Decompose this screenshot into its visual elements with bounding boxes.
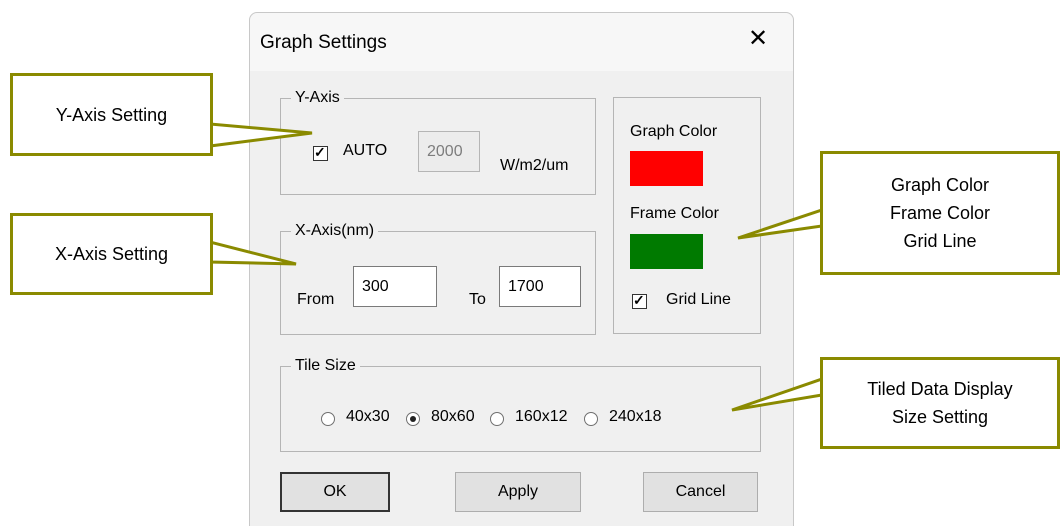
color-callout-line: Graph Color xyxy=(890,175,990,195)
x-axis-callout: X-Axis Setting xyxy=(10,213,213,295)
x-axis-callout-text: X-Axis Setting xyxy=(54,244,169,264)
tile-callout-pointer xyxy=(731,376,824,412)
color-callout: Graph Color Frame Color Grid Line xyxy=(820,151,1060,275)
y-axis-callout-text: Y-Axis Setting xyxy=(55,104,168,125)
tile-callout-line: Size Setting xyxy=(891,407,989,427)
color-callout-line: Frame Color xyxy=(889,203,991,223)
color-callout-pointer xyxy=(737,207,824,240)
tile-callout: Tiled Data Display Size Setting xyxy=(820,357,1060,449)
color-callout-line: Grid Line xyxy=(903,231,977,251)
tile-callout-line: Tiled Data Display xyxy=(867,379,1013,399)
y-axis-callout: Y-Axis Setting xyxy=(10,73,213,156)
x-axis-callout-pointer xyxy=(208,240,297,266)
y-axis-callout-pointer xyxy=(208,122,313,148)
